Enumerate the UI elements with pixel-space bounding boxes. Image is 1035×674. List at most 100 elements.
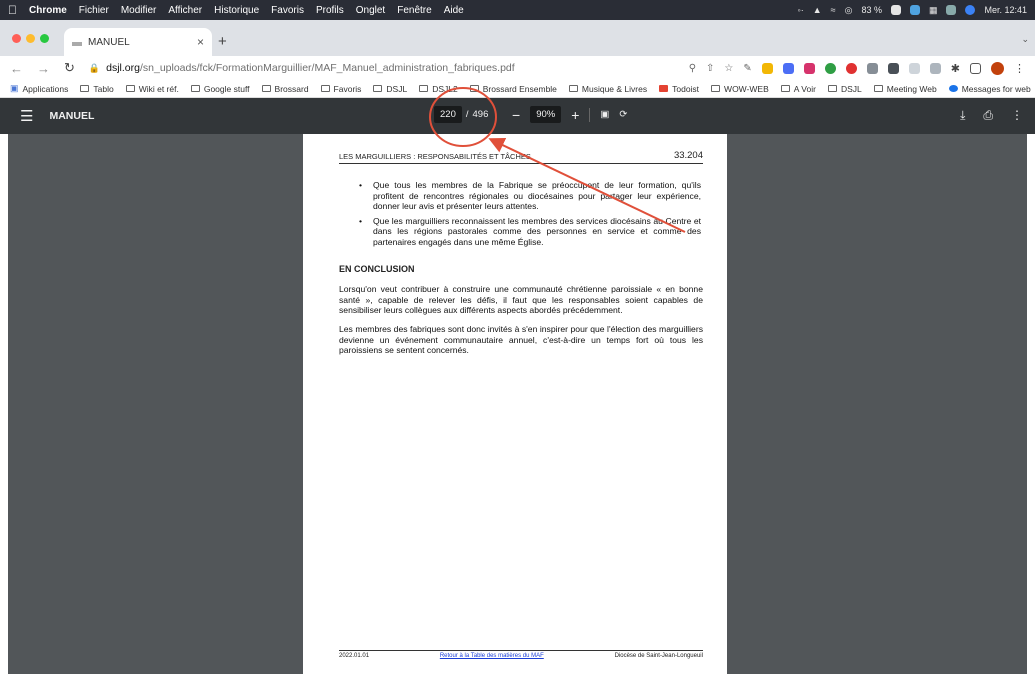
download-icon[interactable]: ⤓: [960, 108, 965, 123]
extension-7-icon[interactable]: [887, 62, 899, 74]
bluetooth-icon[interactable]: ◦·: [798, 5, 804, 15]
fit-page-icon[interactable]: ▣: [600, 109, 609, 120]
bookmark-tablo[interactable]: Tablo: [80, 84, 114, 94]
bookmark-label: Wiki et réf.: [138, 83, 179, 94]
zoom-level-input[interactable]: 90%: [530, 106, 562, 123]
hamburger-menu-icon[interactable]: ☰: [20, 107, 33, 125]
page-selector: 220 / 496: [434, 106, 488, 123]
bookmark-a-voir[interactable]: A Voir: [780, 83, 816, 94]
battery-percent[interactable]: 83 %: [861, 5, 882, 15]
browser-toolbar: ← → ↻ 🔒 dsjl.org /sn_uploads/fck/Formati…: [0, 56, 1035, 80]
bookmark-dsjl2[interactable]: DSJL2: [419, 84, 458, 94]
tab-manuel[interactable]: MANUEL ×: [64, 28, 212, 56]
close-window-button[interactable]: [12, 34, 21, 43]
extension-3-icon[interactable]: [803, 62, 815, 74]
bookmark-dsjl[interactable]: DSJL: [373, 84, 407, 94]
bookmark-favoris[interactable]: Favoris: [320, 83, 362, 94]
bookmark-wow-web[interactable]: WOW-WEB: [711, 84, 769, 94]
lock-icon[interactable]: 🔒: [89, 63, 100, 74]
page-header-number: 33.204: [673, 150, 703, 161]
menu-modifier[interactable]: Modifier: [121, 5, 157, 16]
menu-aide[interactable]: Aide: [444, 5, 464, 16]
bookmark-applications[interactable]: ▣ Applications: [10, 83, 68, 94]
chrome-menu-icon[interactable]: ⋮: [1014, 62, 1025, 75]
bookmark-meeting-web[interactable]: Meeting Web: [873, 84, 937, 94]
user-status-icon[interactable]: [946, 5, 957, 15]
tab-search-chevron-icon[interactable]: ⌄: [1021, 34, 1029, 45]
folder-icon: [373, 85, 383, 92]
forward-button[interactable]: →: [37, 61, 50, 76]
menu-onglet[interactable]: Onglet: [356, 5, 385, 16]
menu-app-chrome[interactable]: Chrome: [29, 5, 67, 16]
siri-icon[interactable]: [965, 5, 976, 15]
page-number-input[interactable]: 220: [434, 106, 462, 123]
bookmark-brossard[interactable]: Brossard: [261, 84, 309, 94]
extension-5-icon[interactable]: [845, 62, 857, 74]
extension-8-icon[interactable]: [908, 62, 920, 74]
bookmark-todoist[interactable]: Todoist: [659, 84, 699, 94]
folder-icon: [190, 85, 200, 92]
extensions-puzzle-icon[interactable]: ✱: [951, 62, 960, 75]
bookmark-dsjl-2[interactable]: DSJL: [827, 84, 862, 94]
minimize-window-button[interactable]: [26, 34, 35, 43]
edit-extension-icon[interactable]: ✎: [743, 63, 751, 74]
drive-extension-icon[interactable]: [761, 62, 773, 74]
zoom-in-button[interactable]: +: [571, 107, 579, 123]
menu-fenetre[interactable]: Fenêtre: [397, 5, 431, 16]
app-status-icon[interactable]: [909, 5, 920, 15]
menu-favoris[interactable]: Favoris: [271, 5, 304, 16]
list-item: Que les marguilliers reconnaissent les m…: [355, 216, 701, 248]
more-actions-icon[interactable]: ⋮: [1011, 108, 1023, 123]
tab-close-icon[interactable]: ×: [197, 35, 204, 49]
page-header: LES MARGUILLIERS : RESPONSABILITÉS ET TÂ…: [339, 150, 703, 164]
zoom-window-button[interactable]: [40, 34, 49, 43]
control-center-icon[interactable]: ▦: [929, 5, 938, 16]
pdf-toolbar: ☰ MANUEL 220 / 496 − 90% + ▣ ⟳ ⤓ ⎙ ⋮: [0, 98, 1035, 134]
menu-historique[interactable]: Historique: [214, 5, 259, 16]
bookmark-musique-livres[interactable]: Musique & Livres: [568, 83, 648, 94]
menu-fichier[interactable]: Fichier: [79, 5, 109, 16]
search-icon[interactable]: ⚲: [689, 63, 696, 74]
clock[interactable]: Mer. 12:41: [984, 5, 1027, 15]
bookmark-label: Brossard Ensemble: [482, 83, 557, 94]
bookmark-star-icon[interactable]: ☆: [724, 63, 733, 74]
extension-6-icon[interactable]: [866, 62, 878, 74]
rotate-icon[interactable]: ⟳: [619, 109, 627, 120]
pdf-actions: ⤓ ⎙ ⋮: [960, 108, 1023, 123]
side-panel-icon[interactable]: [970, 62, 981, 74]
menu-profils[interactable]: Profils: [316, 5, 344, 16]
extension-9-icon[interactable]: [929, 62, 941, 74]
print-icon[interactable]: ⎙: [983, 108, 993, 123]
bookmark-label: Favoris: [333, 83, 362, 94]
pdf-viewer[interactable]: LES MARGUILLIERS : RESPONSABILITÉS ET TÂ…: [8, 134, 1027, 674]
back-button[interactable]: ←: [10, 61, 23, 76]
folder-icon: [320, 85, 330, 92]
wifi-icon[interactable]: ≈: [831, 5, 836, 15]
bookmark-messages-for-web[interactable]: Messages for web: [948, 83, 1031, 94]
table-of-contents-link[interactable]: Retour à la Table des matières du MAF: [440, 653, 544, 659]
clock-status-icon[interactable]: ◎: [845, 5, 853, 16]
share-icon[interactable]: ⇧: [706, 63, 714, 74]
folder-icon: [873, 85, 883, 92]
reload-button[interactable]: ↻: [64, 60, 75, 76]
bookmark-wiki[interactable]: Wiki et réf.: [125, 83, 179, 94]
apple-icon[interactable]: : [8, 3, 17, 17]
bookmark-brossard-ensemble[interactable]: Brossard Ensemble: [469, 83, 557, 94]
bookmark-google-stuff[interactable]: Google stuff: [190, 84, 250, 94]
menu-afficher[interactable]: Afficher: [168, 5, 202, 16]
page-total: 496: [472, 109, 489, 120]
address-bar[interactable]: 🔒 dsjl.org /sn_uploads/fck/FormationMarg…: [89, 62, 681, 74]
bookmark-label: Messages for web: [961, 83, 1031, 94]
new-tab-button[interactable]: +: [218, 33, 227, 50]
list-item: Que tous les membres de la Fabrique se p…: [355, 180, 701, 212]
macos-menubar:  Chrome Fichier Modifier Afficher Histo…: [0, 0, 1035, 20]
battery-icon[interactable]: [890, 5, 901, 15]
pdf-page[interactable]: LES MARGUILLIERS : RESPONSABILITÉS ET TÂ…: [303, 134, 727, 674]
zoom-out-button[interactable]: −: [512, 107, 520, 123]
extension-4-icon[interactable]: [824, 62, 836, 74]
bookmark-label: A Voir: [793, 83, 816, 94]
signal-icon[interactable]: ▲: [813, 5, 822, 15]
bookmark-label: Musique & Livres: [581, 83, 648, 94]
profile-avatar[interactable]: [991, 61, 1004, 75]
extension-2-icon[interactable]: [782, 62, 794, 74]
